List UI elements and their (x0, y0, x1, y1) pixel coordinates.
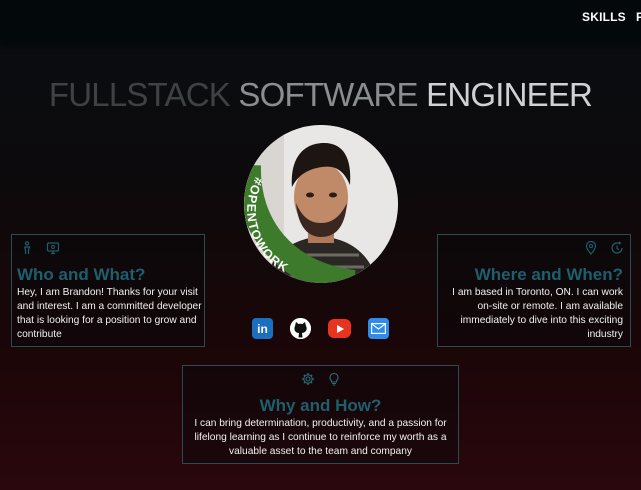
github-icon[interactable] (290, 318, 311, 339)
person-icon (23, 241, 31, 254)
card-where-and-when: Where and When? I am based in Toronto, O… (437, 234, 631, 347)
card-body-who: Hey, I am Brandon! Thanks for your visit… (17, 287, 202, 340)
linkedin-icon[interactable]: in (252, 318, 273, 339)
nav-link-next[interactable]: P (636, 10, 641, 24)
mail-icon[interactable] (368, 318, 389, 339)
page-title: FULLSTACK SOFTWARE ENGINEER (0, 76, 641, 114)
nav-link-skills[interactable]: SKILLS (582, 10, 626, 24)
title-part-3: ENGINEER (426, 76, 593, 113)
title-part-1: FULLSTACK (48, 76, 231, 113)
avatar: #OPENTOWORK (244, 125, 398, 283)
top-navbar: SKILLS P (0, 0, 641, 44)
social-links: in (252, 318, 389, 339)
card-body-where: I am based in Toronto, ON. I can work on… (452, 287, 623, 340)
card-why-and-how: Why and How? I can bring determination, … (182, 365, 459, 464)
location-pin-icon (585, 241, 597, 255)
clock-refresh-icon (611, 241, 623, 254)
monitor-icon (46, 242, 60, 255)
card-who-and-what: Who and What? Hey, I am Brandon! Thanks … (11, 234, 205, 347)
linkedin-label: in (257, 321, 268, 336)
card-title-why: Why and How? (259, 396, 382, 415)
card-title-where: Where and When? (474, 265, 623, 284)
title-part-2: SOFTWARE (238, 76, 418, 113)
card-title-who: Who and What? (17, 265, 146, 284)
youtube-icon[interactable] (328, 319, 351, 338)
gear-icon (302, 373, 314, 385)
card-body-why: I can bring determination, productivity,… (194, 418, 447, 457)
avatar-photo: #OPENTOWORK (244, 125, 398, 283)
lightbulb-icon (329, 372, 339, 386)
